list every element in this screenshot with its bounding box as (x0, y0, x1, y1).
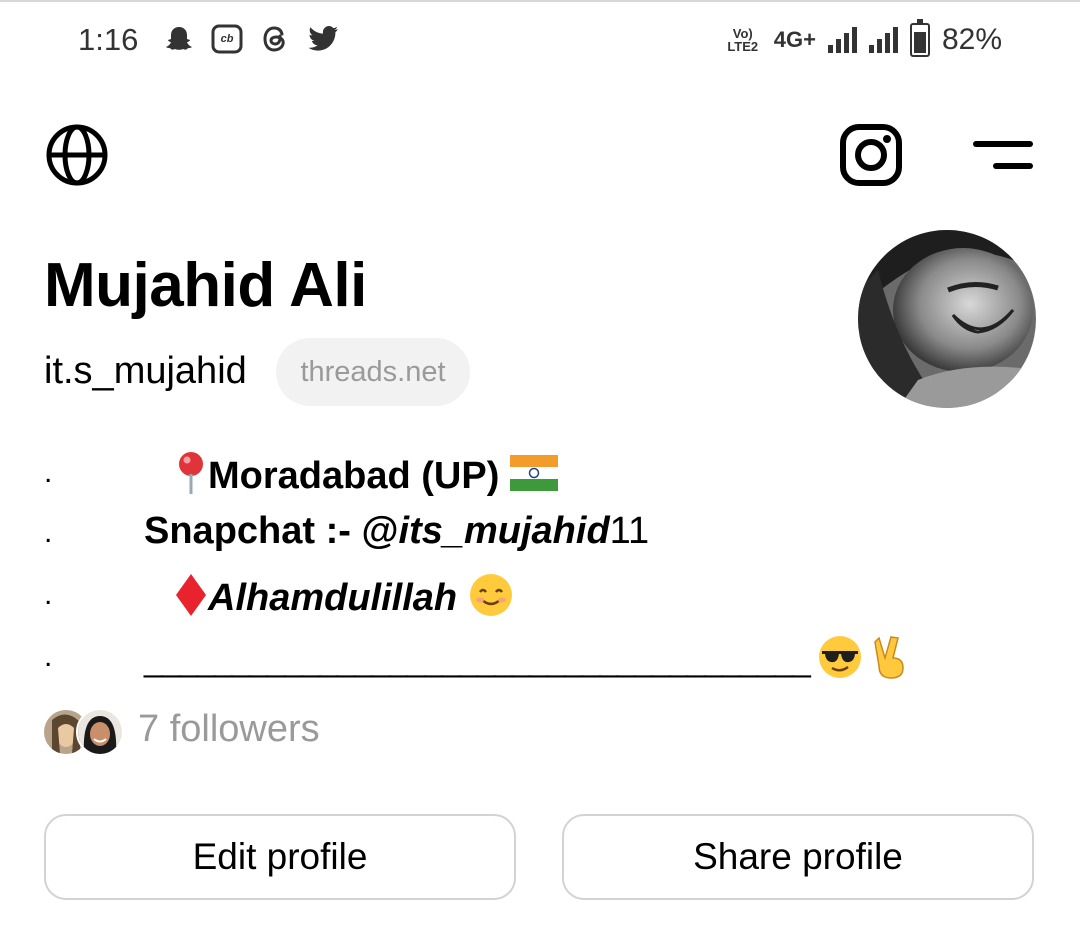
bio-bullet: . (44, 516, 53, 549)
sunglasses-emoji-icon (817, 634, 863, 689)
location-text: Moradabad (UP) (208, 455, 500, 498)
signal-icon-2 (868, 27, 898, 53)
twitter-icon (306, 22, 340, 56)
bio-line-underline: . ______________________________________ (44, 626, 1044, 686)
share-profile-button[interactable]: Share profile (562, 814, 1034, 900)
followers-count[interactable]: 7 followers (138, 708, 320, 751)
bio-bullet: . (44, 456, 53, 489)
globe-icon[interactable] (44, 122, 110, 188)
profile-name: Mujahid Ali (44, 251, 367, 320)
pin-icon (174, 450, 208, 506)
india-flag-icon (509, 455, 558, 501)
bio-bullet: . (44, 640, 53, 673)
snapchat-icon (162, 22, 196, 56)
follower-avatar (76, 708, 124, 756)
alhamdulillah-text: Alhamdulillah (208, 577, 458, 620)
battery-icon (909, 19, 930, 57)
cb-label: cb (220, 33, 234, 45)
snapchat-suffix: 11 (609, 510, 650, 552)
diamond-icon (174, 572, 208, 628)
underline-text: ______________________________________ (144, 640, 811, 679)
instagram-icon[interactable] (838, 122, 904, 188)
smile-emoji-icon (468, 572, 514, 628)
bio-line-snapchat: . Snapchat :- @its_mujahid11 (44, 502, 1044, 562)
status-time: 1:16 (78, 22, 139, 57)
snapchat-label: Snapchat :- @ (144, 510, 399, 552)
edit-profile-button[interactable]: Edit profile (44, 814, 516, 900)
snapchat-handle: its_mujahid (398, 510, 610, 552)
top-divider (0, 0, 1080, 2)
threads-icon (258, 22, 292, 56)
cb-icon: cb (210, 22, 244, 56)
domain-badge[interactable]: threads.net (276, 338, 470, 406)
bio-line-alhamdulillah: . Alhamdulillah (44, 564, 1044, 624)
signal-icon-1 (827, 27, 857, 53)
bio-bullet: . (44, 578, 53, 611)
menu-icon[interactable] (972, 136, 1034, 176)
network-type: 4G+ (773, 27, 816, 52)
volte-indicator: Vo) LTE2 (727, 26, 759, 54)
victory-hand-icon (871, 634, 911, 689)
bio-line-location: . Moradabad (UP) (44, 442, 1044, 502)
battery-percent: 82% (941, 23, 1002, 56)
status-bar: 1:16 cb Vo) LTE2 4G+ 82% (0, 18, 1080, 64)
avatar[interactable] (858, 230, 1036, 408)
profile-username: it.s_mujahid (44, 350, 247, 392)
